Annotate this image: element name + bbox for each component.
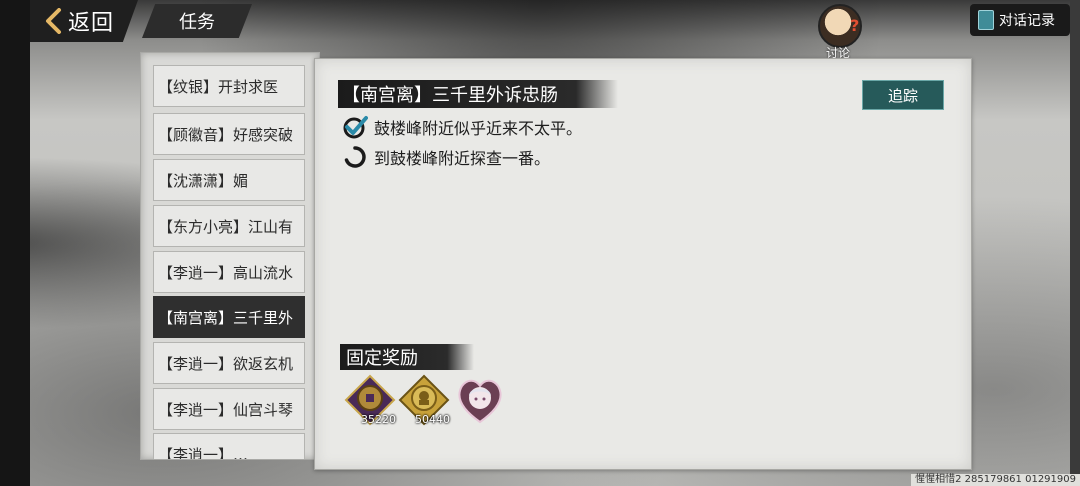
quest-list-item-label: 【李逍一】高山流水 bbox=[158, 263, 294, 282]
track-button[interactable]: 追踪 bbox=[862, 80, 944, 110]
left-edge-bar bbox=[0, 0, 30, 486]
footer-info: 惺惺相惜2 285179861 01291909 bbox=[911, 474, 1080, 486]
quest-list-item-label: 【李逍一】仙宫斗琴 bbox=[158, 400, 294, 419]
page-title: 任务 bbox=[142, 4, 252, 38]
reward-header: 固定奖励 bbox=[340, 344, 474, 370]
quest-list-item-label: 【南宫离】三千里外 bbox=[158, 308, 294, 327]
chevron-left-icon bbox=[46, 8, 61, 34]
reward-item[interactable]: 50440 bbox=[398, 374, 450, 426]
quest-list-item[interactable]: 【顾徽音】好感突破 bbox=[153, 113, 305, 155]
quest-list-item[interactable]: 【李逍一】高山流水 bbox=[153, 251, 305, 293]
quest-list-item-label: 【顾徽音】好感突破 bbox=[158, 125, 294, 144]
dialog-log-button[interactable]: 对话记录 bbox=[970, 4, 1070, 36]
discuss-button[interactable]: ? 讨论 bbox=[812, 4, 868, 60]
in-progress-circle-icon bbox=[344, 146, 366, 168]
quest-list-item[interactable]: 【沈潇潇】媚 bbox=[153, 159, 305, 201]
quest-list-item-label: 【沈潇潇】媚 bbox=[158, 171, 249, 190]
back-button[interactable]: 返回 bbox=[30, 0, 138, 42]
reward-amount: 35220 bbox=[361, 413, 396, 426]
dialog-log-label: 对话记录 bbox=[999, 13, 1055, 29]
objective-text: 鼓楼峰附近似乎近来不太平。 bbox=[374, 119, 583, 138]
heart-portrait-icon bbox=[458, 379, 502, 424]
quest-list-item-label: 【纹银】开封求医 bbox=[158, 77, 279, 96]
objective-item: 到鼓楼峰附近探查一番。 bbox=[342, 144, 550, 170]
check-icon bbox=[343, 116, 368, 139]
back-label: 返回 bbox=[68, 11, 115, 36]
quest-list-item-selected[interactable]: 【南宫离】三千里外 bbox=[153, 296, 305, 338]
book-icon bbox=[978, 10, 994, 30]
quest-list-item-label: 【李逍一】欲返玄机 bbox=[158, 354, 294, 373]
quest-list-item[interactable]: 【李逍一】仙宫斗琴 bbox=[153, 388, 305, 430]
quest-list-item[interactable]: 【东方小亮】江山有 bbox=[153, 205, 305, 247]
quest-title: 【南宫离】三千里外诉忠肠 bbox=[338, 80, 618, 108]
right-edge-bar bbox=[1070, 0, 1080, 486]
quest-list-item-label: 【东方小亮】江山有 bbox=[158, 217, 294, 236]
quest-list-item[interactable]: 【纹银】开封求医 bbox=[153, 65, 305, 107]
reward-amount: 50440 bbox=[415, 413, 450, 426]
quest-list-item[interactable]: 【李逍一】… bbox=[153, 433, 305, 460]
quest-list-item-label: 【李逍一】… bbox=[158, 445, 249, 460]
objective-item: 鼓楼峰附近似乎近来不太平。 bbox=[342, 114, 582, 140]
reward-item[interactable]: 35220 bbox=[344, 374, 396, 426]
quest-list[interactable]: 【纹银】开封求医 【顾徽音】好感突破 【沈潇潇】媚 【东方小亮】江山有 【李逍一… bbox=[140, 52, 320, 460]
reward-item[interactable] bbox=[454, 374, 506, 426]
objective-text: 到鼓楼峰附近探查一番。 bbox=[374, 149, 551, 168]
quest-list-item[interactable]: 【李逍一】欲返玄机 bbox=[153, 342, 305, 384]
question-mark-icon: ? bbox=[850, 16, 860, 35]
